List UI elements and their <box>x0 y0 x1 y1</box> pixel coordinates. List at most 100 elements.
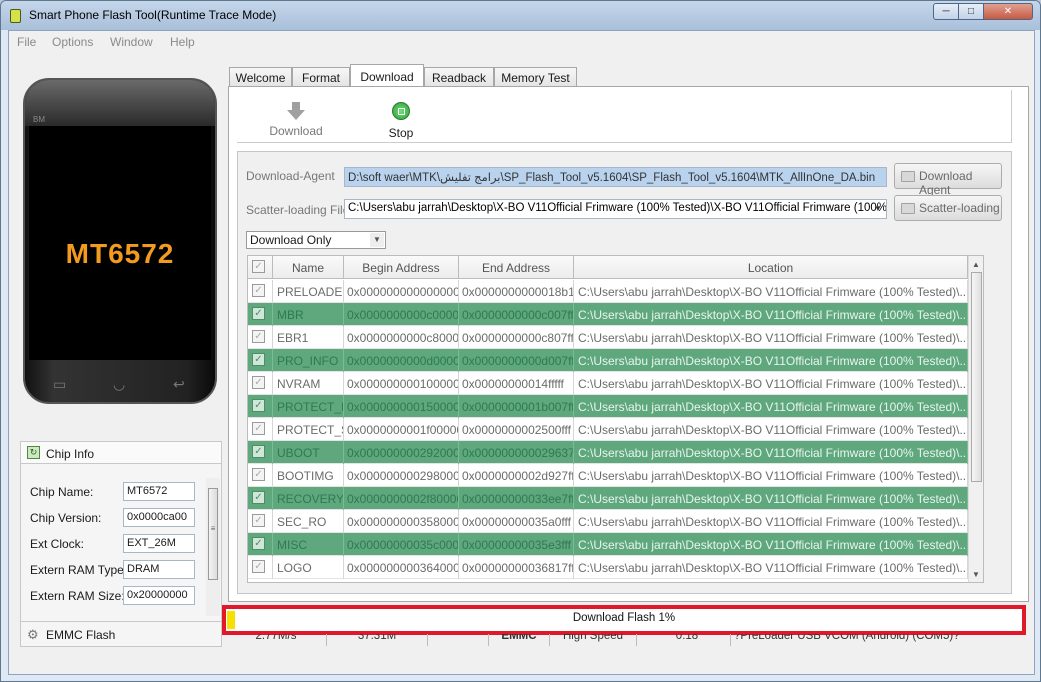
ram-size-field[interactable]: 0x20000000 <box>123 586 195 605</box>
gear-icon: ⚙ <box>27 627 39 642</box>
download-mode-select[interactable]: Download Only ▼ <box>246 231 386 249</box>
table-row[interactable]: ✓ PRELOADER 0x0000000000000000 0x0000000000… <box>248 280 968 303</box>
row-checkbox[interactable]: ✓ <box>252 445 265 458</box>
checkbox-cell[interactable]: ✓ <box>248 487 273 510</box>
table-row[interactable]: ✓ PROTECT_F 0x0000000001500000 0x0000000001… <box>248 395 968 418</box>
row-checkbox[interactable]: ✓ <box>252 284 265 297</box>
scatter-loading-label: Scatter-loading File <box>246 203 350 217</box>
cell-end: 0x0000000000018b17 <box>459 280 574 303</box>
chip-name-field[interactable]: MT6572 <box>123 482 195 501</box>
checkbox-cell[interactable]: ✓ <box>248 326 273 349</box>
cell-location: C:\Users\abu jarrah\Desktop\X-BO V11Offi… <box>574 280 968 303</box>
title-bar[interactable]: Smart Phone Flash Tool(Runtime Trace Mod… <box>1 1 1040 30</box>
menu-window[interactable]: Window <box>110 35 153 49</box>
stop-tool-button[interactable]: Stop <box>371 102 431 140</box>
table-row[interactable]: ✓ LOGO 0x0000000003640000 0x00000000036817f… <box>248 556 968 579</box>
chip-info-title: Chip Info <box>46 447 95 461</box>
checkbox-cell[interactable]: ✓ <box>248 418 273 441</box>
minimize-button[interactable]: ─ <box>933 3 959 20</box>
checkbox-cell[interactable]: ✓ <box>248 441 273 464</box>
cell-name: PRELOADER <box>273 280 344 303</box>
row-checkbox[interactable]: ✓ <box>252 537 265 550</box>
row-checkbox[interactable]: ✓ <box>252 307 265 320</box>
tab-welcome[interactable]: Welcome <box>229 67 292 87</box>
row-checkbox[interactable]: ✓ <box>252 491 265 504</box>
menu-bar: File Options Window Help <box>9 31 1034 53</box>
checkbox-cell[interactable]: ✓ <box>248 280 273 303</box>
table-row[interactable]: ✓ PROTECT_S 0x0000000001f00000 0x0000000002… <box>248 418 968 441</box>
menu-options[interactable]: Options <box>52 35 93 49</box>
chip-name-row: Chip Name: MT6572 <box>30 482 200 502</box>
table-row[interactable]: ✓ MBR 0x0000000000c00000 0x0000000000c007ff… <box>248 303 968 326</box>
download-agent-label: Download-Agent <box>246 169 335 183</box>
ram-type-row: Extern RAM Type: DRAM <box>30 560 200 580</box>
row-checkbox[interactable]: ✓ <box>252 422 265 435</box>
maximize-button[interactable]: □ <box>958 3 984 20</box>
cell-location: C:\Users\abu jarrah\Desktop\X-BO V11Offi… <box>574 326 968 349</box>
select-all-checkbox-cell[interactable]: ✓ <box>248 256 273 279</box>
chevron-down-icon[interactable]: ▼ <box>370 233 384 247</box>
checkbox-cell[interactable]: ✓ <box>248 303 273 326</box>
cell-end: 0x000000000029637ff <box>459 441 574 464</box>
table-row[interactable]: ✓ UBOOT 0x0000000002920000 0x00000000002963… <box>248 441 968 464</box>
checkbox-cell[interactable]: ✓ <box>248 349 273 372</box>
scatter-loading-button[interactable]: Scatter-loading <box>894 195 1002 221</box>
chip-version-field[interactable]: 0x0000ca00 <box>123 508 195 527</box>
scroll-down-icon[interactable]: ▼ <box>972 570 980 579</box>
checkbox-cell[interactable]: ✓ <box>248 556 273 579</box>
chip-scroll-thumb[interactable]: ≡ <box>208 488 218 580</box>
menu-file[interactable]: File <box>17 35 36 49</box>
select-all-checkbox[interactable]: ✓ <box>252 260 265 273</box>
cell-location: C:\Users\abu jarrah\Desktop\X-BO V11Offi… <box>574 418 968 441</box>
chevron-down-icon[interactable]: ▼ <box>872 202 884 216</box>
scatter-file-select[interactable]: C:\Users\abu jarrah\Desktop\X-BO V11Offi… <box>344 199 887 219</box>
checkbox-cell[interactable]: ✓ <box>248 395 273 418</box>
tab-format[interactable]: Format <box>292 67 350 87</box>
table-row[interactable]: ✓ RECOVERY 0x0000000002f80000 0x00000000033… <box>248 487 968 510</box>
download-agent-button[interactable]: Download Agent <box>894 163 1002 197</box>
phone-menu-key-icon: ▭ <box>53 376 67 392</box>
chip-info-scrollbar[interactable]: ≡ <box>206 478 220 616</box>
menu-help[interactable]: Help <box>170 35 195 49</box>
row-checkbox[interactable]: ✓ <box>252 468 265 481</box>
row-checkbox[interactable]: ✓ <box>252 514 265 527</box>
table-row[interactable]: ✓ BOOTIMG 0x0000000002980000 0x0000000002d9… <box>248 464 968 487</box>
row-checkbox[interactable]: ✓ <box>252 330 265 343</box>
table-row[interactable]: ✓ EBR1 0x0000000000c80000 0x0000000000c807f… <box>248 326 968 349</box>
table-row[interactable]: ✓ SEC_RO 0x0000000003580000 0x00000000035a0… <box>248 510 968 533</box>
table-scrollbar[interactable]: ▲ ▼ <box>968 256 983 582</box>
chip-info-header[interactable]: ↻ Chip Info <box>21 442 221 464</box>
tab-readback[interactable]: Readback <box>424 67 494 87</box>
table-row[interactable]: ✓ NVRAM 0x0000000001000000 0x00000000014fff… <box>248 372 968 395</box>
checkbox-cell[interactable]: ✓ <box>248 533 273 556</box>
row-checkbox[interactable]: ✓ <box>252 353 265 366</box>
close-button[interactable]: ✕ <box>983 3 1033 20</box>
emmc-flash-section[interactable]: ⚙ EMMC Flash <box>20 621 222 645</box>
column-end-address[interactable]: End Address <box>459 256 574 279</box>
column-location[interactable]: Location <box>574 256 968 279</box>
table-row[interactable]: ✓ PRO_INFO 0x0000000000d00000 0x0000000000d… <box>248 349 968 372</box>
checkbox-cell[interactable]: ✓ <box>248 510 273 533</box>
download-toolbar: Download Stop <box>237 90 1012 143</box>
row-checkbox[interactable]: ✓ <box>252 376 265 389</box>
row-checkbox[interactable]: ✓ <box>252 560 265 573</box>
checkbox-cell[interactable]: ✓ <box>248 372 273 395</box>
column-begin-address[interactable]: Begin Address <box>344 256 459 279</box>
tab-download[interactable]: Download <box>350 64 424 88</box>
download-agent-path-field[interactable]: D:\soft waer\MTK\برامج تفليش\SP_Flash_To… <box>344 167 887 187</box>
emmc-flash-label: EMMC Flash <box>46 628 116 642</box>
tab-memory-test[interactable]: Memory Test <box>494 67 577 87</box>
cell-location: C:\Users\abu jarrah\Desktop\X-BO V11Offi… <box>574 441 968 464</box>
status-bar: 2.77M/s 37.31M EMMC High Speed 0:18 ?Pre… <box>226 634 1026 646</box>
column-name[interactable]: Name <box>273 256 344 279</box>
download-tool-button[interactable]: Download <box>266 102 326 138</box>
table-row[interactable]: ✓ MISC 0x00000000035c0000 0x00000000035e3ff… <box>248 533 968 556</box>
cell-end: 0x00000000033ee7ff <box>459 487 574 510</box>
ram-type-field[interactable]: DRAM <box>123 560 195 579</box>
scroll-up-icon[interactable]: ▲ <box>972 260 980 269</box>
table-scroll-thumb[interactable] <box>971 272 982 482</box>
app-window: Smart Phone Flash Tool(Runtime Trace Mod… <box>0 0 1041 682</box>
checkbox-cell[interactable]: ✓ <box>248 464 273 487</box>
row-checkbox[interactable]: ✓ <box>252 399 265 412</box>
ext-clock-field[interactable]: EXT_26M <box>123 534 195 553</box>
